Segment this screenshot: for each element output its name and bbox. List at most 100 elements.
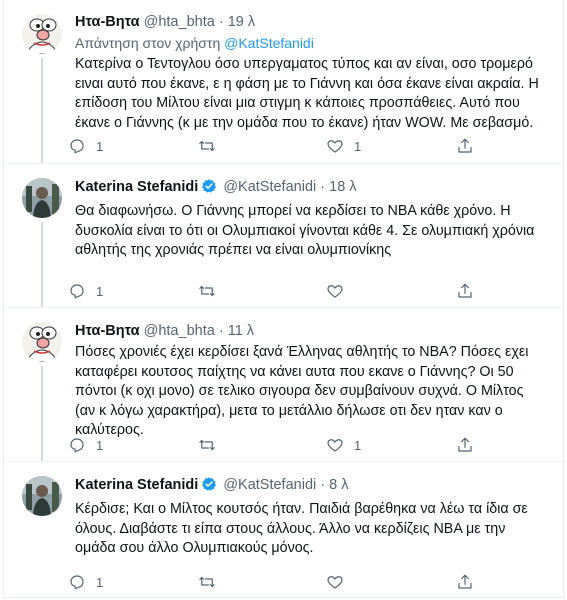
- verified-badge-icon: [201, 476, 217, 498]
- user-handle[interactable]: @hta_bhta: [144, 323, 215, 339]
- conversation-thread: Ητα-Βητα @hta_bhta · 19 λ Απάντηση στον …: [3, 0, 564, 598]
- reply-button[interactable]: 1: [68, 436, 103, 454]
- separator-dot: ·: [320, 179, 326, 195]
- tweet-text: Πόσες χρονιές έχει κερδίσει ξανά Έλληνας…: [75, 343, 561, 441]
- tweet[interactable]: Katerina Stefanidi @KatStefanidi · 8 λ Κ…: [4, 461, 563, 598]
- like-button[interactable]: [326, 282, 354, 300]
- reply-button[interactable]: 1: [68, 282, 103, 300]
- retweet-button[interactable]: [198, 436, 226, 454]
- avatar[interactable]: [22, 14, 62, 54]
- reply-mention-link[interactable]: @KatStefanidi: [224, 35, 314, 51]
- tweet-text: Κέρδισε; Και ο Μίλτος κουτσός ήταν. Παιδ…: [75, 500, 561, 559]
- verified-badge-icon: [201, 178, 217, 200]
- timestamp[interactable]: 11 λ: [228, 323, 254, 339]
- thread-line: [41, 58, 43, 163]
- reply-button[interactable]: 1: [68, 573, 103, 591]
- reply-icon: [70, 284, 84, 299]
- tweet-header: Katerina Stefanidi @KatStefanidi · 8 λ: [75, 476, 549, 498]
- user-handle[interactable]: @KatStefanidi: [223, 477, 316, 493]
- reply-count: 1: [96, 283, 104, 299]
- photo-avatar-icon: [22, 178, 62, 218]
- retweet-button[interactable]: [198, 282, 226, 300]
- tweet[interactable]: Ητα-Βητα @hta_bhta · 11 λ Πόσες χρονιές …: [4, 307, 563, 461]
- share-button[interactable]: [456, 282, 474, 300]
- tweet-text-line: Πόσες χρονιές έχει κερδίσει ξανά Έλληνας…: [75, 344, 529, 360]
- reply-icon: [70, 438, 84, 453]
- display-name[interactable]: Katerina Stefanidi: [75, 477, 198, 493]
- display-name[interactable]: Katerina Stefanidi: [75, 179, 198, 195]
- retweet-icon: [199, 576, 215, 588]
- tweet[interactable]: Ητα-Βητα @hta_bhta · 19 λ Απάντηση στον …: [4, 0, 563, 163]
- tweet-text-line: πόντοι (κ οχι μονο) σε τελικο σιγουρα δε…: [75, 383, 524, 399]
- tweet-actions: 1 1: [68, 436, 488, 454]
- reply-button[interactable]: 1: [68, 137, 103, 155]
- retweet-icon: [199, 439, 215, 451]
- avatar[interactable]: [22, 476, 62, 516]
- like-button[interactable]: [326, 573, 354, 591]
- tweet-text: Θα διαφωνήσω. Ο Γιάννης μπορεί να κερδίσ…: [75, 202, 561, 261]
- share-button[interactable]: [456, 436, 474, 454]
- tweet-text-line: αθλητής της χρονιάς πρέπει να είναι ολυμ…: [75, 242, 392, 258]
- heart-icon: [327, 439, 343, 452]
- tweet-header: Ητα-Βητα @hta_bhta · 19 λ: [75, 13, 549, 32]
- retweet-button[interactable]: [198, 573, 226, 591]
- cartoon-avatar-icon: [22, 322, 62, 362]
- tweet-text-line: Κέρδισε; Και ο Μίλτος κουτσός ήταν. Παιδ…: [75, 501, 528, 517]
- separator-dot: ·: [320, 477, 326, 493]
- reply-icon: [70, 575, 84, 590]
- share-icon: [458, 574, 472, 589]
- reply-context: Απάντηση στον χρήστη @KatStefanidi: [75, 34, 549, 53]
- tweet[interactable]: Katerina Stefanidi @KatStefanidi · 18 λ …: [4, 163, 563, 307]
- tweet-text-line: Θα διαφωνήσω. Ο Γιάννης μπορεί να κερδίσ…: [75, 203, 511, 219]
- tweet-text-line: ομάδα σου άλλο Ολυμπιακούς μόνος.: [75, 540, 314, 556]
- timestamp[interactable]: 19 λ: [228, 14, 255, 30]
- tweet-text: Κατερίνα ο Τεντογλου όσο υπεργαματος τύπ…: [75, 55, 561, 133]
- share-icon: [458, 138, 472, 153]
- like-button[interactable]: 1: [326, 137, 361, 155]
- thread-line: [41, 222, 43, 307]
- tweet-header: Katerina Stefanidi @KatStefanidi · 18 λ: [75, 178, 549, 200]
- share-button[interactable]: [456, 573, 474, 591]
- display-name[interactable]: Ητα-Βητα: [75, 14, 140, 30]
- cartoon-avatar-icon: [22, 14, 62, 54]
- tweet-text-line: Κατερίνα ο Τεντογλου όσο υπεργαματος τύπ…: [75, 56, 533, 72]
- tweet-text-line: καταφέρει κουτσος παίχτης να κάνει αυτα …: [75, 363, 514, 380]
- reply-count: 1: [96, 138, 104, 154]
- heart-icon: [327, 285, 343, 298]
- separator-dot: ·: [218, 323, 224, 339]
- timestamp[interactable]: 8 λ: [329, 477, 348, 493]
- display-name[interactable]: Ητα-Βητα: [75, 323, 140, 339]
- thread-line: [41, 366, 43, 461]
- tweet-text-line: δυσκολία είναι το ότι οι Ολυμπιακοί γίνο…: [75, 222, 535, 239]
- tweet-text-line: επίδοση του Μίλτου είναι μια στιγμη κ κά…: [75, 95, 520, 111]
- user-handle[interactable]: @hta_bhta: [144, 14, 215, 30]
- timestamp[interactable]: 18 λ: [329, 179, 356, 195]
- tweet-header: Ητα-Βητα @hta_bhta · 11 λ: [75, 322, 549, 341]
- retweet-icon: [199, 285, 215, 297]
- tweet-actions: 1: [68, 282, 488, 300]
- separator-dot: ·: [218, 14, 224, 30]
- share-icon: [458, 283, 472, 298]
- reply-count: 1: [96, 437, 104, 453]
- share-icon: [458, 437, 472, 452]
- photo-avatar-icon: [22, 476, 62, 516]
- reply-icon: [70, 139, 84, 154]
- user-handle[interactable]: @KatStefanidi: [223, 179, 316, 195]
- tweet-text-line: (αν κ λόγω χαρακτήρα), μετα το μετάλλιο …: [75, 402, 503, 419]
- avatar[interactable]: [22, 178, 62, 218]
- retweet-icon: [199, 140, 215, 152]
- share-button[interactable]: [456, 137, 474, 155]
- heart-icon: [327, 140, 343, 153]
- tweet-actions: 1: [68, 573, 488, 591]
- tweet-actions: 1 1: [68, 137, 488, 155]
- tweet-text-line: ειναι αυτό που έκανε, ε η φάση με το Γιά…: [75, 75, 539, 92]
- like-count: 1: [354, 138, 362, 154]
- tweet-text-line: όλους. Διαβάστε τι είπα στους άλλους. Άλ…: [75, 520, 506, 537]
- avatar[interactable]: [22, 322, 62, 362]
- heart-icon: [327, 576, 343, 589]
- tweet-text-line: έκανε ο Γιάννης (κ με την ομάδα που το έ…: [75, 114, 534, 131]
- reply-prefix: Απάντηση στον χρήστη: [75, 35, 221, 51]
- like-button[interactable]: 1: [326, 436, 361, 454]
- retweet-button[interactable]: [198, 137, 226, 155]
- like-count: 1: [354, 437, 362, 453]
